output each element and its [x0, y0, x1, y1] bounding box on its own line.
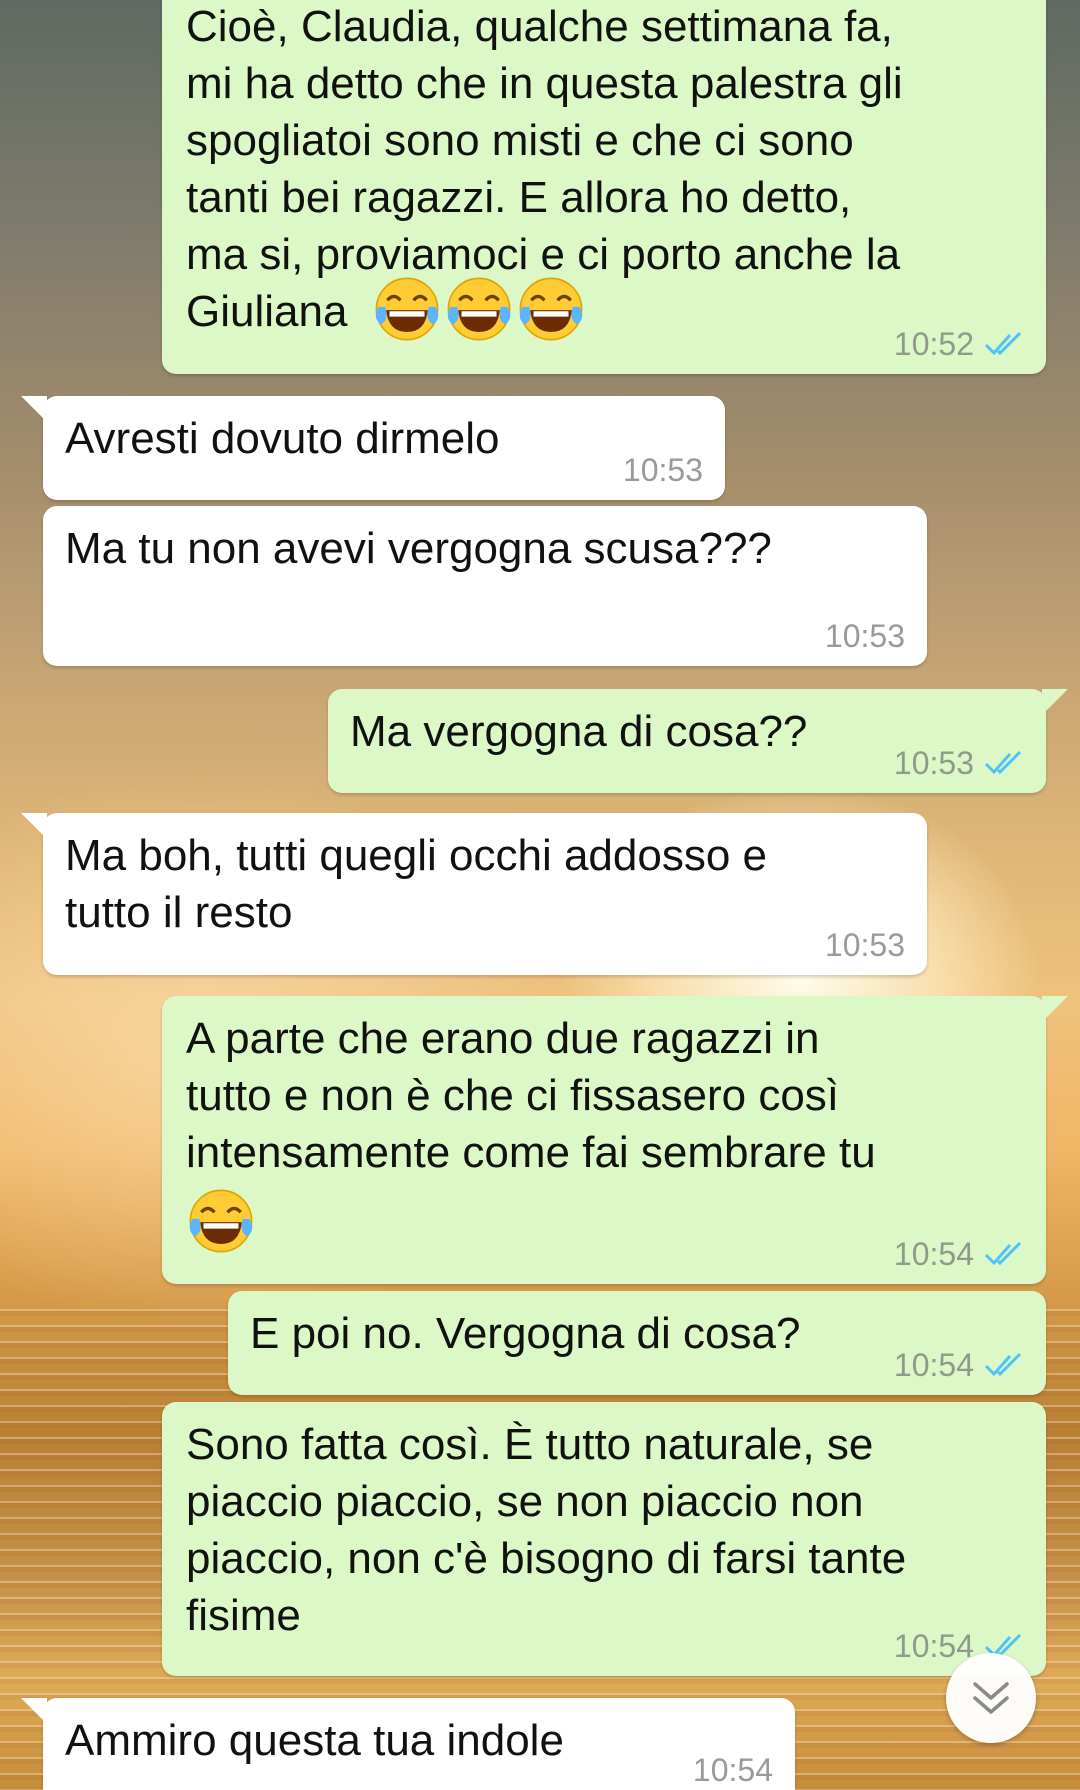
message-meta: 10:53 — [825, 620, 905, 652]
message-text: Ma boh, tutti quegli occhi addosso e tut… — [65, 831, 768, 937]
message-text: Ma tu non avevi vergogna scusa??? — [65, 524, 772, 573]
emoji-row — [186, 1186, 258, 1256]
message-text: Cioè, Claudia, qualche settimana fa, mi … — [186, 2, 903, 336]
message-bubble-outgoing[interactable]: Sono fatta così. È tutto naturale, se pi… — [162, 1402, 1046, 1676]
message-time: 10:54 — [893, 1347, 974, 1383]
double-check-icon — [984, 331, 1024, 357]
message-meta: 10:53 — [825, 929, 905, 961]
message-text: Ammiro questa tua indole — [65, 1716, 564, 1765]
double-check-icon — [984, 750, 1024, 776]
double-check-icon — [984, 1241, 1024, 1267]
message-bubble-outgoing[interactable]: A parte che erano due ragazzi in tutto e… — [162, 996, 1068, 1284]
message-time: 10:53 — [824, 618, 905, 654]
message-text: Avresti dovuto dirmelo — [65, 414, 500, 463]
scroll-to-bottom-button[interactable] — [946, 1653, 1036, 1743]
face-with-tears-of-joy-icon — [372, 274, 442, 344]
message-text: A parte che erano due ragazzi in tutto e… — [186, 1014, 876, 1177]
message-meta: 10:54 — [693, 1754, 773, 1786]
message-time: 10:53 — [622, 452, 703, 488]
face-with-tears-of-joy-icon — [186, 1186, 256, 1256]
double-check-icon — [984, 1352, 1024, 1378]
emoji-row — [372, 274, 588, 344]
message-meta: 10:54 — [894, 1349, 1024, 1381]
message-time: 10:52 — [893, 326, 974, 362]
message-bubble-outgoing[interactable]: Ma vergogna di cosa?? 10:53 — [328, 689, 1068, 793]
face-with-tears-of-joy-icon — [444, 274, 514, 344]
message-meta: 10:54 — [894, 1238, 1024, 1270]
message-time: 10:53 — [893, 745, 974, 781]
message-meta: 10:53 — [894, 747, 1024, 779]
message-bubble-incoming[interactable]: Ammiro questa tua indole 10:54 — [21, 1698, 795, 1790]
message-time: 10:54 — [692, 1752, 773, 1788]
message-bubble-outgoing[interactable]: E poi no. Vergogna di cosa? 10:54 — [228, 1291, 1046, 1395]
message-bubble-incoming[interactable]: Ma boh, tutti quegli occhi addosso e tut… — [21, 813, 927, 975]
message-text: Sono fatta così. È tutto naturale, se pi… — [186, 1420, 907, 1640]
chevron-double-down-icon — [973, 1682, 1009, 1714]
message-time: 10:54 — [893, 1628, 974, 1664]
message-meta: 10:52 — [894, 328, 1024, 360]
message-bubble-outgoing[interactable]: Cioè, Claudia, qualche settimana fa, mi … — [162, 0, 1046, 374]
message-time: 10:54 — [893, 1236, 974, 1272]
message-meta: 10:53 — [623, 454, 703, 486]
message-bubble-incoming[interactable]: Avresti dovuto dirmelo 10:53 — [21, 396, 725, 500]
message-time: 10:53 — [824, 927, 905, 963]
face-with-tears-of-joy-icon — [516, 274, 586, 344]
message-bubble-incoming[interactable]: Ma tu non avevi vergogna scusa??? 10:53 — [43, 506, 927, 666]
